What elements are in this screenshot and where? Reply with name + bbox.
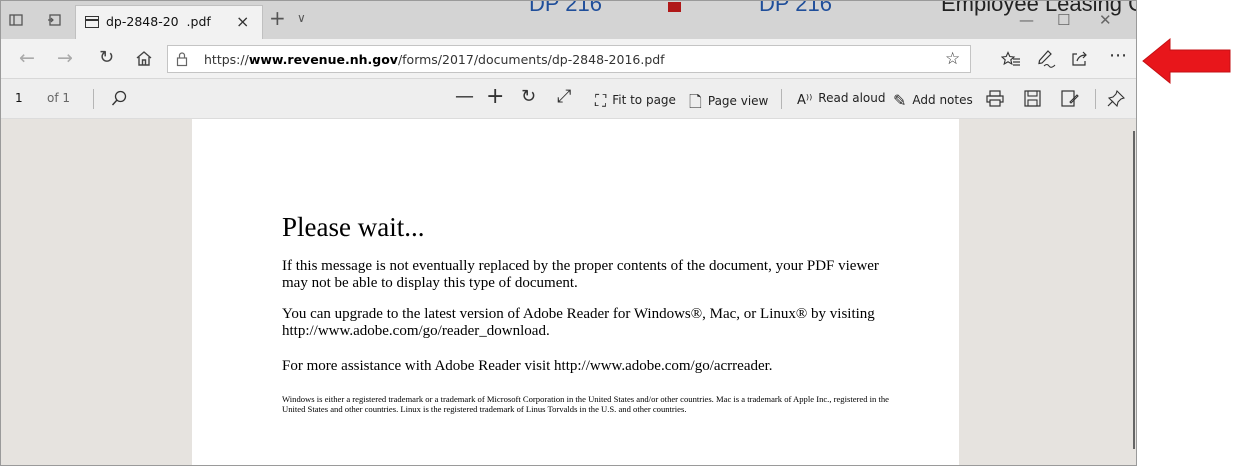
forward-icon[interactable]: → [57, 47, 73, 69]
add-notes-button[interactable]: ✎ Add notes [893, 91, 973, 110]
rotate-icon[interactable]: ↻ [521, 86, 536, 107]
search-icon[interactable] [111, 90, 127, 107]
url-prefix: https:// [204, 52, 249, 67]
close-window-icon[interactable]: ✕ [1099, 11, 1112, 29]
page-view-icon: 🗋 [689, 92, 702, 111]
page-view-button[interactable]: 🗋 Page view [689, 91, 768, 118]
document-paragraph-2: You can upgrade to the latest version of… [282, 306, 875, 339]
maximize-icon[interactable]: ☐ [1057, 11, 1070, 29]
background-heading-2: DP 216 [759, 0, 832, 16]
address-toolbar: ← → ↻ https://www.revenue.nh.gov/forms/2… [1, 39, 1136, 79]
toolbar-divider [1095, 89, 1096, 109]
document-fine-print: Windows is either a registered trademark… [282, 394, 889, 414]
url-text[interactable]: https://www.revenue.nh.gov/forms/2017/do… [204, 52, 665, 67]
save-icon[interactable] [1024, 90, 1041, 107]
zoom-in-icon[interactable]: + [486, 84, 504, 109]
lock-icon[interactable] [176, 51, 188, 67]
back-icon[interactable]: ← [19, 47, 35, 69]
minimize-icon[interactable]: — [1019, 11, 1034, 29]
active-tab[interactable]: dp-2848-20 .pdf × [75, 5, 263, 39]
fit-to-page-button[interactable]: ⛶ Fit to page [595, 91, 676, 111]
share-icon[interactable] [1071, 50, 1089, 67]
address-bar[interactable]: https://www.revenue.nh.gov/forms/2017/do… [167, 45, 971, 73]
document-paragraph-3: For more assistance with Adobe Reader vi… [282, 358, 773, 374]
pdf-viewer: Please wait... If this message is not ev… [1, 119, 1136, 465]
page-icon [85, 16, 99, 28]
tab-bar: DP 216 DP 216 Employee Leasing Com dp-28… [1, 0, 1136, 39]
fit-to-page-icon: ⛶ [595, 91, 607, 110]
home-icon[interactable] [135, 50, 153, 67]
print-icon[interactable] [986, 90, 1004, 107]
document-paragraph-1: If this message is not eventually replac… [282, 258, 879, 291]
read-aloud-button[interactable]: A⁾⁾ Read aloud [797, 91, 886, 108]
chevron-down-icon[interactable]: ∨ [297, 11, 306, 25]
add-notes-pen-icon: ✎ [893, 91, 907, 110]
favorites-hub-icon[interactable] [1001, 51, 1021, 68]
tab-actions-icon[interactable] [9, 14, 23, 26]
pin-toolbar-icon[interactable] [1107, 90, 1125, 107]
add-notes-label: Add notes [912, 93, 973, 107]
browser-window: DP 216 DP 216 Employee Leasing Com dp-28… [0, 0, 1137, 466]
url-path: /forms/2017/documents/dp-2848-2016.pdf [397, 52, 665, 67]
more-icon[interactable]: ⋯ [1109, 45, 1127, 66]
toolbar-divider [781, 89, 782, 109]
red-arrow-annotation [1142, 37, 1231, 85]
background-red-mark [668, 2, 681, 12]
save-as-icon[interactable] [1061, 90, 1079, 107]
fit-to-page-label: Fit to page [612, 93, 676, 107]
notes-pen-icon[interactable] [1037, 50, 1057, 68]
tab-close-icon[interactable]: × [236, 12, 249, 31]
document-title: Please wait... [282, 212, 425, 242]
url-domain: www.revenue.nh.gov [248, 52, 398, 67]
zoom-out-icon[interactable]: — [455, 85, 474, 107]
vertical-scrollbar[interactable] [1133, 131, 1135, 449]
read-aloud-label: Read aloud [818, 91, 886, 105]
pdf-page: Please wait... If this message is not ev… [192, 119, 959, 465]
page-number-input[interactable]: 1 [15, 91, 23, 105]
page-view-label: Page view [707, 94, 769, 108]
set-tabs-aside-icon[interactable] [47, 14, 61, 26]
page-count: of 1 [47, 91, 71, 105]
refresh-icon[interactable]: ↻ [99, 47, 114, 68]
read-aloud-icon: A⁾⁾ [797, 93, 813, 108]
toolbar-divider [93, 89, 94, 109]
fullscreen-icon[interactable]: ⤢ [557, 86, 571, 107]
pdf-toolbar: 1 of 1 — + ↻ ⤢ ⛶ Fit to page 🗋 Page view A… [1, 79, 1136, 119]
background-heading-1: DP 216 [529, 0, 602, 16]
new-tab-icon[interactable]: + [269, 6, 286, 30]
tab-title: dp-2848-20 .pdf [106, 14, 211, 29]
favorite-star-icon[interactable]: ☆ [945, 49, 960, 69]
